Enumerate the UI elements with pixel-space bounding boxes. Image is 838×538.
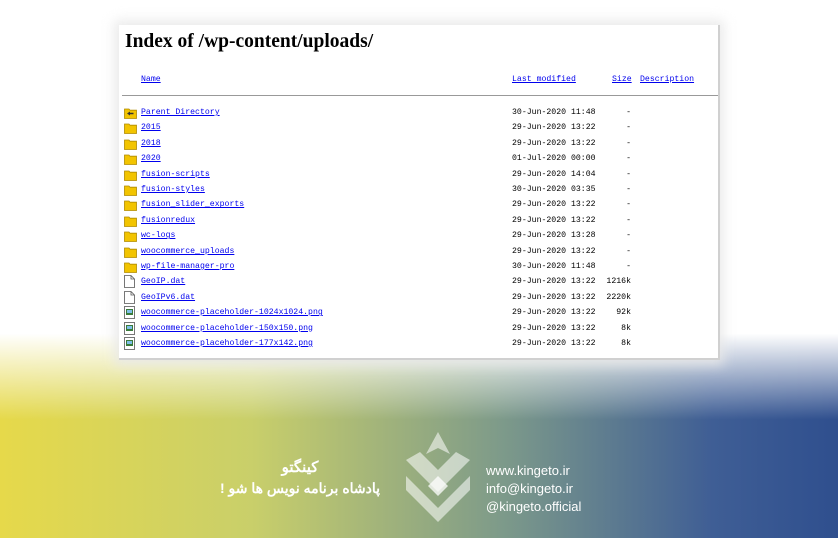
entry-modified: 30-Jun-2020 03:35 [512, 185, 596, 194]
entry-modified: 29-Jun-2020 13:22 [512, 200, 596, 210]
column-header-name[interactable]: Name [141, 75, 161, 84]
folder-icon [124, 121, 137, 135]
entry-size: 1216k [606, 277, 631, 287]
column-header-description[interactable]: Description [640, 75, 694, 84]
social-handle-text: @kingeto.official [486, 499, 582, 514]
entry-size: - [626, 108, 631, 117]
header-divider [122, 95, 718, 96]
entry-name-link[interactable]: GeoIPv6.dat [141, 293, 195, 302]
entry-modified: 29-Jun-2020 13:22 [512, 339, 596, 348]
entry-name-link[interactable]: wp-file-manager-pro [141, 262, 234, 271]
folder-icon [124, 214, 137, 227]
entry-name-link[interactable]: woocommerce-placeholder-150x150.png [141, 324, 313, 333]
folder-icon [124, 137, 137, 150]
entry-modified: 29-Jun-2020 13:22 [512, 246, 596, 256]
entry-size: - [626, 231, 631, 241]
entry-size: 2220k [606, 292, 631, 302]
entry-name-link[interactable]: 2015 [141, 123, 161, 132]
contact-info: www.kingeto.ir info@kingeto.ir @kingeto.… [486, 462, 581, 516]
entry-name-link[interactable]: fusion-scripts [141, 170, 210, 179]
entry-modified: 29-Jun-2020 13:22 [512, 138, 596, 148]
table-row: fusionredux 29-Jun-2020 13:22 - [119, 214, 709, 228]
entry-size: - [626, 215, 631, 225]
entry-name-link[interactable]: woocommerce-placeholder-177x142.png [141, 339, 313, 348]
entry-size: - [626, 169, 631, 179]
entry-modified: 01-Jul-2020 00:00 [512, 154, 596, 164]
entry-modified: 29-Jun-2020 13:22 [512, 215, 596, 225]
entry-modified: 29-Jun-2020 13:22 [512, 292, 596, 302]
folder-icon [124, 168, 137, 181]
table-row: Parent Directory 30-Jun-2020 11:48 - [119, 106, 709, 120]
website-text: www.kingeto.ir [486, 463, 570, 478]
image-file-icon [124, 337, 137, 350]
page-title: Index of /wp-content/uploads/ [125, 31, 374, 52]
table-row: fusion_slider_exports 29-Jun-2020 13:22 - [119, 198, 709, 212]
entry-size: 8k [621, 339, 631, 348]
entry-size: - [626, 262, 631, 271]
folder-icon [124, 198, 137, 212]
entry-modified: 29-Jun-2020 13:22 [512, 308, 596, 318]
table-row: woocommerce-placeholder-150x150.png 29-Ju… [119, 321, 709, 336]
folder-icon [124, 183, 137, 196]
entry-name-link[interactable]: 2018 [141, 139, 161, 148]
entry-size: - [626, 246, 631, 256]
entry-modified: 29-Jun-2020 14:04 [512, 169, 596, 179]
entry-name-link[interactable]: woocommerce-placeholder-1024x1024.png [141, 308, 323, 317]
entry-modified: 29-Jun-2020 13:22 [512, 323, 596, 333]
table-row: 2015 29-Jun-2020 13:22 - [119, 121, 709, 135]
image-file-icon [124, 321, 137, 335]
entry-modified: 29-Jun-2020 13:28 [512, 231, 596, 241]
entry-modified: 30-Jun-2020 11:48 [512, 262, 596, 271]
table-row: fusion-styles 30-Jun-2020 03:35 - [119, 183, 709, 197]
table-row: wp-file-manager-pro 30-Jun-2020 11:48 - [119, 260, 709, 274]
entry-modified: 29-Jun-2020 13:22 [512, 277, 596, 287]
table-row: 2020 01-Jul-2020 00:00 - [119, 152, 709, 166]
folder-icon [124, 152, 137, 166]
entry-size: - [626, 138, 631, 148]
email-text: info@kingeto.ir [486, 481, 573, 496]
table-row: woocommerce_uploads 29-Jun-2020 13:22 - [119, 245, 709, 259]
entry-name-link[interactable]: fusion_slider_exports [141, 200, 244, 209]
table-row: GeoIPv6.dat 29-Jun-2020 13:22 2220k [119, 290, 709, 305]
folder-icon [124, 229, 137, 243]
entry-size: - [626, 123, 631, 133]
kingeto-logo [400, 430, 476, 535]
entry-name-link[interactable]: woocommerce_uploads [141, 247, 234, 256]
image-file-icon [124, 306, 137, 320]
entry-name-link[interactable]: fusionredux [141, 216, 195, 225]
table-row: woocommerce-placeholder-177x142.png 29-Ju… [119, 337, 709, 351]
entry-size: 92k [616, 308, 631, 318]
entry-size: - [626, 200, 631, 210]
back-folder-icon [124, 106, 137, 119]
entry-name-link[interactable]: wc-logs [141, 231, 175, 240]
table-row: woocommerce-placeholder-1024x1024.png 29-… [119, 306, 709, 320]
folder-icon [124, 245, 137, 258]
table-row: fusion-scripts 29-Jun-2020 14:04 - [119, 168, 709, 182]
directory-listing-page: Index of /wp-content/uploads/ Name Last … [119, 25, 720, 360]
column-header-last-modified[interactable]: Last modified [512, 75, 576, 84]
folder-icon [124, 260, 137, 273]
table-row: 2018 29-Jun-2020 13:22 - [119, 137, 709, 151]
entry-size: 8k [621, 323, 631, 333]
file-icon [124, 275, 137, 289]
entry-size: - [626, 185, 631, 194]
table-row: wc-logs 29-Jun-2020 13:28 - [119, 229, 709, 243]
entry-modified: 29-Jun-2020 13:22 [512, 123, 596, 133]
entry-name-link[interactable]: fusion-styles [141, 185, 205, 194]
column-header-size[interactable]: Size [612, 75, 632, 84]
entry-size: - [626, 154, 631, 164]
entry-name-link[interactable]: 2020 [141, 154, 161, 163]
file-icon [124, 290, 137, 304]
table-row: GeoIP.dat 29-Jun-2020 13:22 1216k [119, 275, 709, 289]
brand-slogan: پادشاه برنامه نویس ها شو ! [219, 480, 381, 496]
brand-text: کینگتو پادشاه برنامه نویس ها شو ! [200, 458, 400, 498]
entry-name-link[interactable]: GeoIP.dat [141, 277, 185, 286]
entry-modified: 30-Jun-2020 11:48 [512, 108, 596, 117]
entry-name-link[interactable]: Parent Directory [141, 108, 220, 117]
brand-name: کینگتو [281, 459, 319, 476]
